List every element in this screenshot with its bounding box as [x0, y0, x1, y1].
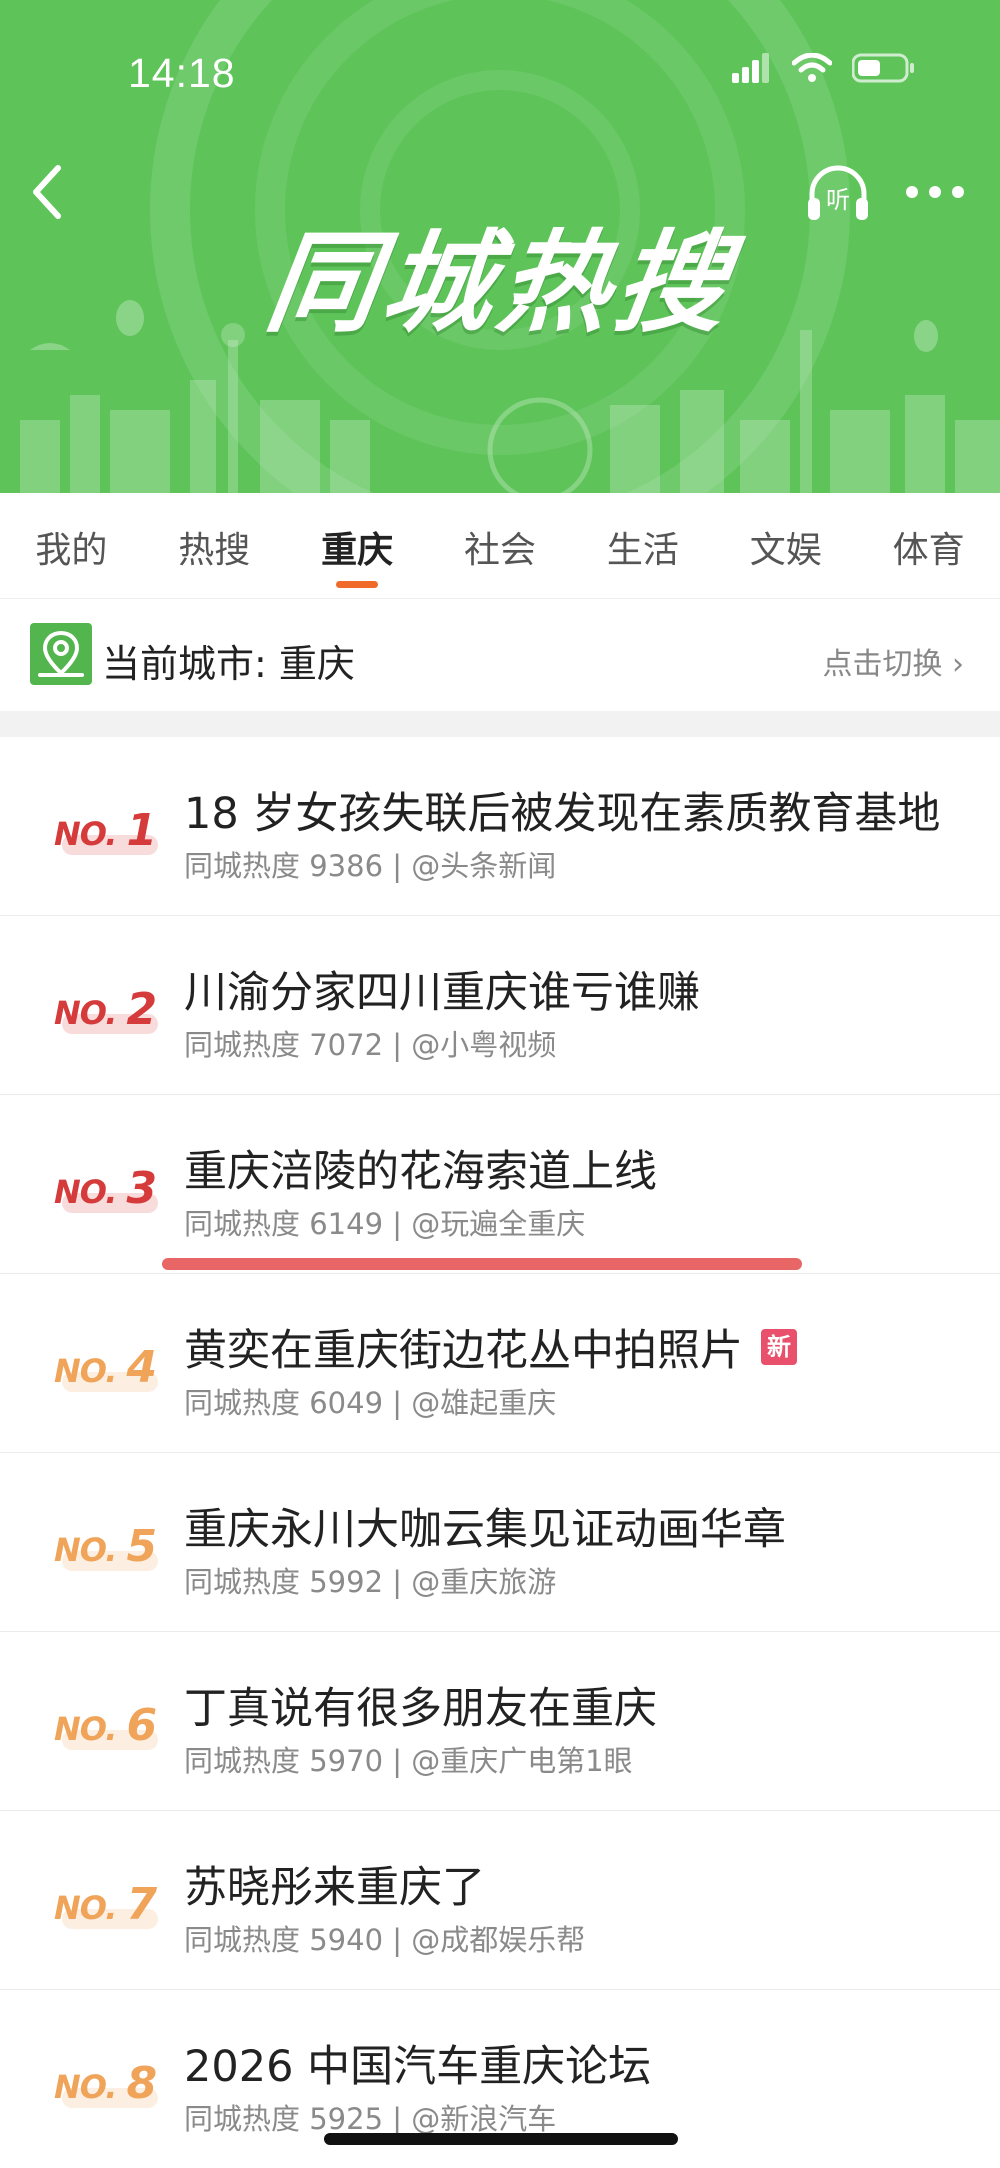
current-city-label: 当前城市: 重庆 — [102, 642, 355, 686]
rank-label: NO. 2 — [54, 984, 158, 1036]
item-title-text: 黄奕在重庆街边花丛中拍照片 — [184, 1326, 743, 1376]
rank-label: NO. 7 — [54, 1879, 158, 1931]
status-time: 14:18 — [128, 50, 236, 96]
rank-label: NO. 4 — [54, 1342, 158, 1394]
tab-society[interactable]: 社会 — [429, 493, 572, 598]
hot-search-list: NO. 1 18 岁女孩失联后被发现在素质教育基地 同城热度 9386 | @头条… — [0, 737, 1000, 2168]
item-title: 苏晓彤来重庆了 — [184, 1853, 485, 1915]
wifi-icon — [792, 53, 832, 82]
item-meta: 同城热度 7072 | @小粤视频 — [184, 1028, 557, 1062]
item-title-text: 苏晓彤来重庆了 — [184, 1863, 485, 1913]
item-title: 丁真说有很多朋友在重庆 — [184, 1674, 657, 1736]
rank-label: NO. 5 — [54, 1521, 158, 1573]
item-title-text: 18 岁女孩失联后被发现在素质教育基地 — [184, 789, 941, 839]
category-tab-bar: 我的 热搜 重庆 社会 生活 文娱 体育 — [0, 493, 1000, 599]
item-meta: 同城热度 5970 | @重庆广电第1眼 — [184, 1744, 633, 1778]
item-meta: 同城热度 5940 | @成都娱乐帮 — [184, 1923, 586, 1957]
highlight-underline-annotation — [162, 1258, 802, 1270]
list-item[interactable]: NO. 5 重庆永川大咖云集见证动画华章 同城热度 5992 | @重庆旅游 — [0, 1453, 1000, 1632]
page-title: 同城热搜 — [259, 219, 741, 347]
rank-smear — [62, 1909, 158, 1929]
item-title-text: 2026 中国汽车重庆论坛 — [184, 2042, 652, 2092]
cellular-signal-icon — [732, 53, 769, 83]
tab-mine[interactable]: 我的 — [0, 493, 143, 598]
current-city-row: 当前城市: 重庆 点击切换 › — [0, 599, 1000, 711]
item-title: 18 岁女孩失联后被发现在素质教育基地 — [184, 779, 940, 841]
back-arrow-icon[interactable] — [24, 160, 72, 224]
rank-label: NO. 3 — [54, 1163, 158, 1215]
item-title-text: 重庆永川大咖云集见证动画华章 — [184, 1505, 786, 1555]
item-title: 黄奕在重庆街边花丛中拍照片新 — [184, 1316, 797, 1378]
item-title: 川渝分家四川重庆谁亏谁赚 — [184, 958, 700, 1020]
tab-hot-search[interactable]: 热搜 — [143, 493, 286, 598]
item-meta: 同城热度 5925 | @新浪汽车 — [184, 2102, 557, 2136]
item-title: 重庆涪陵的花海索道上线 — [184, 1137, 657, 1199]
rank-label: NO. 1 — [54, 805, 158, 857]
list-item[interactable]: NO. 4 黄奕在重庆街边花丛中拍照片新 同城热度 6049 | @雄起重庆 — [0, 1274, 1000, 1453]
header-banner: 14:18 听 同城热搜 — [0, 0, 1000, 493]
rank-smear — [62, 1372, 158, 1392]
item-title-text: 重庆涪陵的花海索道上线 — [184, 1147, 657, 1197]
new-badge: 新 — [761, 1329, 797, 1365]
switch-city-link[interactable]: 点击切换 › — [822, 639, 964, 683]
list-item[interactable]: NO. 3 重庆涪陵的花海索道上线 同城热度 6149 | @玩遍全重庆 — [0, 1095, 1000, 1274]
location-pin-icon — [30, 623, 92, 685]
item-meta: 同城热度 9386 | @头条新闻 — [184, 849, 557, 883]
item-title-text: 丁真说有很多朋友在重庆 — [184, 1684, 657, 1734]
rank-smear — [62, 1014, 158, 1034]
listen-icon-label: 听 — [826, 186, 850, 214]
rank-smear — [62, 1730, 158, 1750]
item-meta: 同城热度 6149 | @玩遍全重庆 — [184, 1207, 586, 1241]
battery-icon — [852, 53, 914, 83]
rank-smear — [62, 1193, 158, 1213]
tab-life[interactable]: 生活 — [571, 493, 714, 598]
list-item[interactable]: NO. 2 川渝分家四川重庆谁亏谁赚 同城热度 7072 | @小粤视频 — [0, 916, 1000, 1095]
section-divider — [0, 711, 1000, 737]
item-title-text: 川渝分家四川重庆谁亏谁赚 — [184, 968, 700, 1018]
item-title: 2026 中国汽车重庆论坛 — [184, 2032, 651, 2094]
listen-headphones-icon[interactable]: 听 — [804, 160, 872, 224]
rank-label: NO. 6 — [54, 1700, 158, 1752]
tab-sports[interactable]: 体育 — [857, 493, 1000, 598]
item-meta: 同城热度 5992 | @重庆旅游 — [184, 1565, 557, 1599]
item-title: 重庆永川大咖云集见证动画华章 — [184, 1495, 786, 1557]
item-meta: 同城热度 6049 | @雄起重庆 — [184, 1386, 557, 1420]
status-icons — [732, 52, 916, 84]
more-options-icon[interactable] — [904, 172, 966, 212]
list-item[interactable]: NO. 7 苏晓彤来重庆了 同城热度 5940 | @成都娱乐帮 — [0, 1811, 1000, 1990]
tab-entertainment[interactable]: 文娱 — [714, 493, 857, 598]
rank-smear — [62, 835, 158, 855]
rank-smear — [62, 2088, 158, 2108]
list-item[interactable]: NO. 1 18 岁女孩失联后被发现在素质教育基地 同城热度 9386 | @头条… — [0, 737, 1000, 916]
home-indicator[interactable] — [324, 2133, 678, 2145]
rank-smear — [62, 1551, 158, 1571]
rank-label: NO. 8 — [54, 2058, 158, 2110]
list-item[interactable]: NO. 6 丁真说有很多朋友在重庆 同城热度 5970 | @重庆广电第1眼 — [0, 1632, 1000, 1811]
tab-chongqing[interactable]: 重庆 — [286, 493, 429, 598]
